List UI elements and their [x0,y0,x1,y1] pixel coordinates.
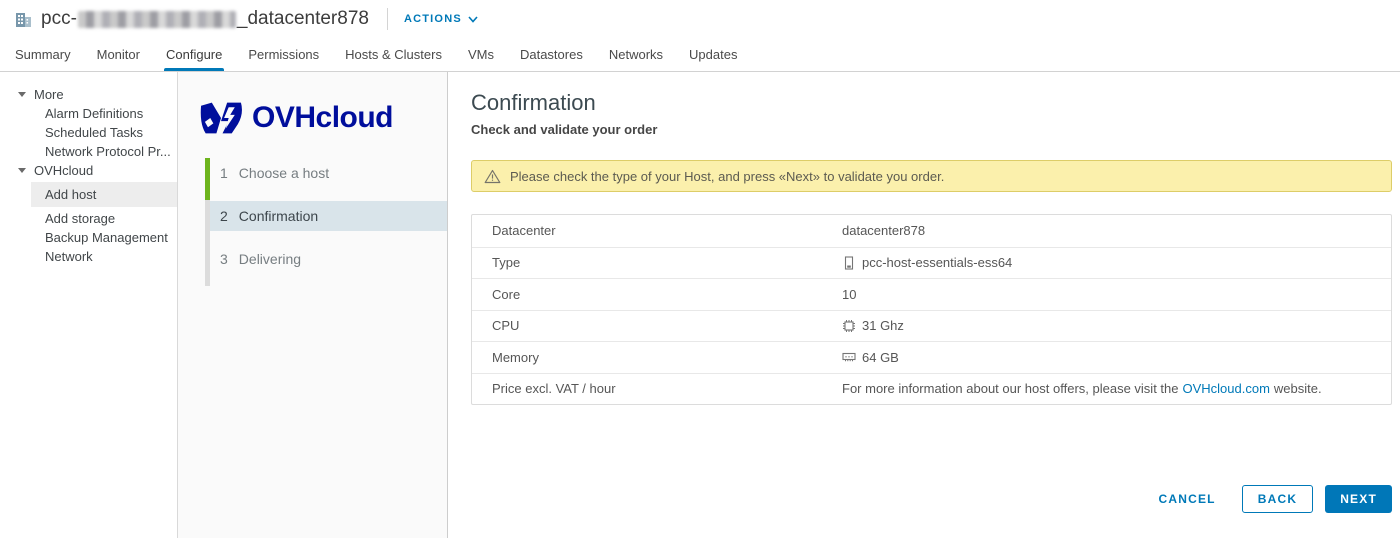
ovhcloud-logo-icon [198,101,244,135]
row-value: pcc-host-essentials-ess64 [862,255,1012,270]
memory-icon [842,350,856,364]
ovhcloud-brand: OVHcloud [198,94,447,142]
warning-text: Please check the type of your Host, and … [510,169,944,184]
row-value: 31 Ghz [862,318,904,333]
sidebar-item-scheduled-tasks[interactable]: Scheduled Tasks [0,123,177,142]
next-button[interactable]: NEXT [1325,485,1392,513]
wizard-step-choose-host[interactable]: 1 Choose a host [205,158,447,188]
sidebar-item-alarm-definitions[interactable]: Alarm Definitions [0,104,177,123]
table-row: Core 10 [472,278,1391,310]
ovhcloud-com-link[interactable]: OVHcloud.com [1182,381,1269,396]
row-label: Memory [472,350,842,365]
actions-label: ACTIONS [404,13,462,25]
tree-group-label: OVHcloud [34,163,93,178]
price-info-after: website. [1274,381,1322,396]
wizard-footer: CANCEL BACK NEXT [471,485,1392,513]
step-label: Confirmation [239,208,318,224]
confirmation-panel: Confirmation Check and validate your ord… [448,72,1400,538]
actions-menu-button[interactable]: ACTIONS [404,13,478,25]
tab-permissions[interactable]: Permissions [235,38,332,71]
table-row: CPU 31 Ghz [472,310,1391,342]
row-value: 64 GB [862,350,899,365]
tab-updates[interactable]: Updates [676,38,750,71]
title-divider [387,8,388,30]
step-progress-bar [205,158,210,200]
cancel-button[interactable]: CANCEL [1145,485,1230,513]
table-row: Memory 64 GB [472,341,1391,373]
object-header: pcc- _datacenter878 ACTIONS [0,0,1400,38]
tab-summary[interactable]: Summary [2,38,84,71]
table-row: Type pcc-host-essentials-ess64 [472,247,1391,279]
redacted-title-segment [78,11,236,28]
title-prefix: pcc- [41,8,77,30]
step-track [205,200,210,286]
datacenter-icon [14,10,33,29]
tree-group-ovhcloud[interactable]: OVHcloud [0,161,177,180]
table-row: Price excl. VAT / hour For more informat… [472,373,1391,405]
sidebar-item-add-storage[interactable]: Add storage [0,209,177,228]
step-label: Delivering [239,251,301,267]
row-label: CPU [472,318,842,333]
step-number: 3 [220,251,228,267]
step-number: 1 [220,165,228,181]
panel-title: Confirmation [471,90,1392,116]
tab-networks[interactable]: Networks [596,38,676,71]
row-label: Type [472,255,842,270]
step-number: 2 [220,208,228,224]
back-button[interactable]: BACK [1242,485,1313,513]
row-value: 10 [842,287,856,302]
tree-group-more[interactable]: More [0,85,177,104]
tab-vms[interactable]: VMs [455,38,507,71]
wizard-step-delivering[interactable]: 3 Delivering [205,244,447,274]
row-label: Datacenter [472,223,842,238]
row-value: datacenter878 [842,223,925,238]
tree-group-label: More [34,87,64,102]
panel-subtitle: Check and validate your order [471,122,1392,137]
table-row: Datacenter datacenter878 [472,215,1391,247]
chevron-down-icon [468,16,478,23]
cpu-icon [842,319,856,333]
page-title: pcc- _datacenter878 [41,8,369,30]
tab-monitor[interactable]: Monitor [84,38,153,71]
order-summary-table: Datacenter datacenter878 Type pcc-host-e… [471,214,1392,405]
price-info-before: For more information about our host offe… [842,381,1178,396]
caret-down-icon [18,168,26,173]
title-suffix: _datacenter878 [237,8,369,30]
wizard-step-confirmation[interactable]: 2 Confirmation [205,201,447,231]
host-icon [842,256,856,270]
sidebar-item-backup-management[interactable]: Backup Management [0,228,177,247]
warning-icon [484,169,501,184]
sidebar-item-network-protocol[interactable]: Network Protocol Pr... [0,142,177,161]
ovhcloud-wordmark: OVHcloud [252,101,393,135]
configure-sidebar: More Alarm Definitions Scheduled Tasks N… [0,72,178,538]
sidebar-item-add-host[interactable]: Add host [31,182,177,207]
tab-configure[interactable]: Configure [153,38,235,71]
warning-banner: Please check the type of your Host, and … [471,160,1392,192]
tab-hosts-clusters[interactable]: Hosts & Clusters [332,38,455,71]
row-label: Price excl. VAT / hour [472,381,842,396]
row-label: Core [472,287,842,302]
caret-down-icon [18,92,26,97]
object-tabs: Summary Monitor Configure Permissions Ho… [0,38,1400,72]
wizard-steps: 1 Choose a host 2 Confirmation 3 Deliver… [205,158,447,274]
tab-datastores[interactable]: Datastores [507,38,596,71]
wizard-step-panel: OVHcloud 1 Choose a host 2 Confirmation … [178,72,448,538]
sidebar-item-network[interactable]: Network [0,247,177,266]
step-label: Choose a host [239,165,329,181]
